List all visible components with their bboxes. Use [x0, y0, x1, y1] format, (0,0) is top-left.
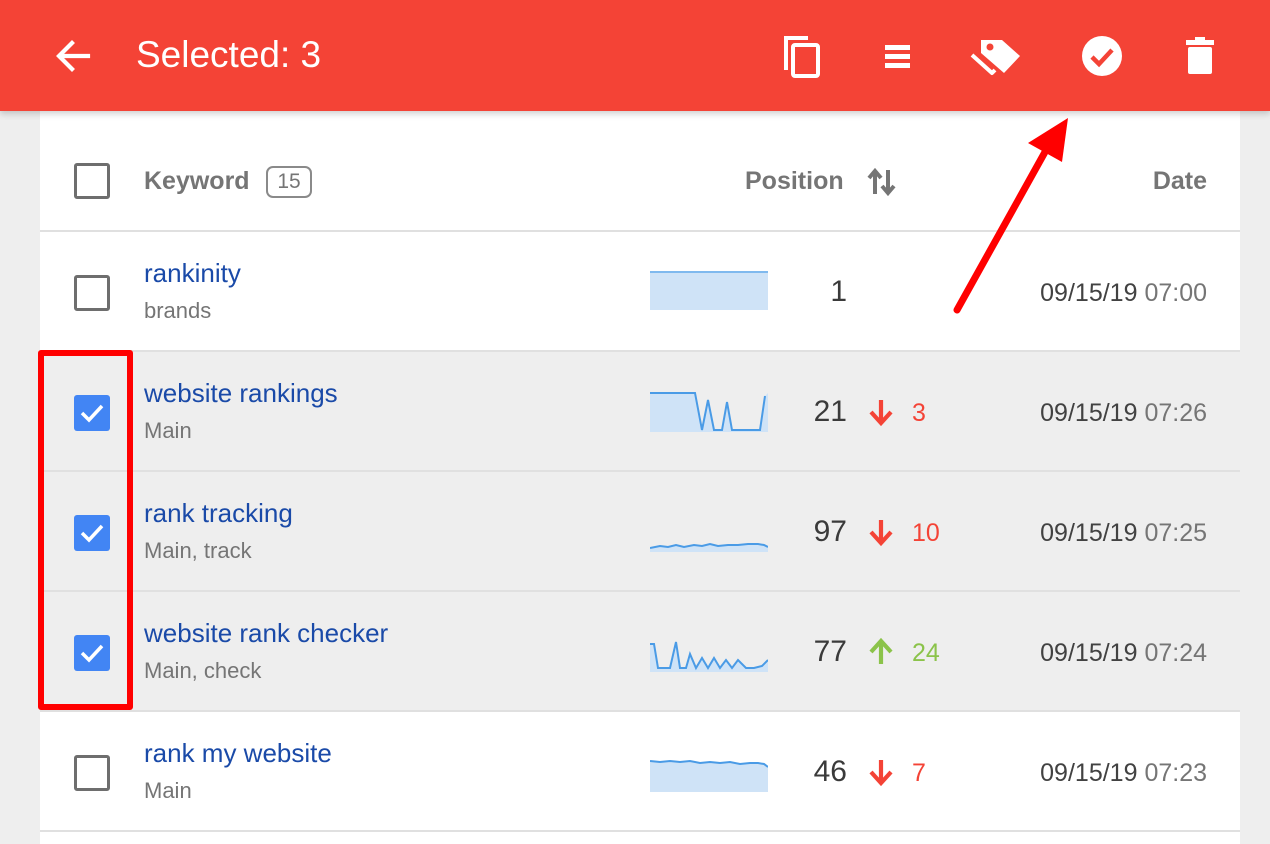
- annotation-arrow: [953, 118, 1068, 314]
